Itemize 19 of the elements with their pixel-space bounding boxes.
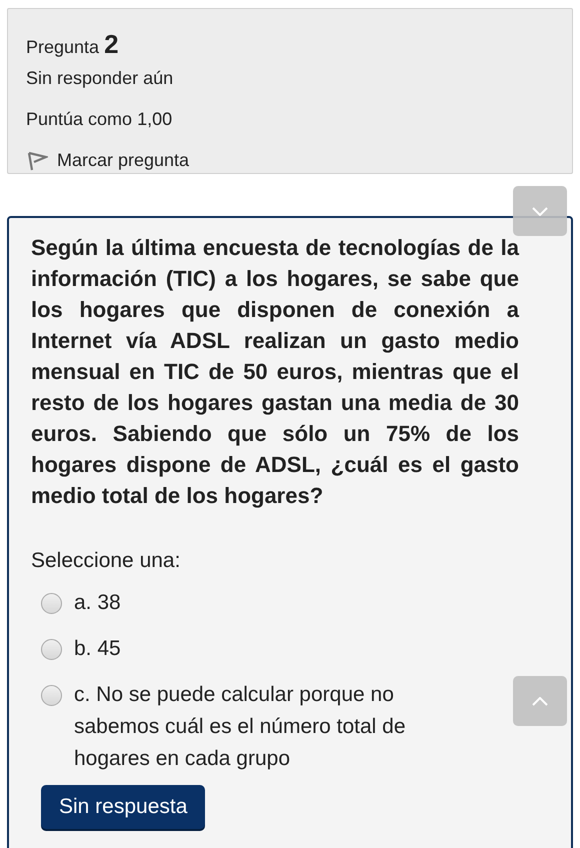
question-text: Según la última encuesta de tecnologías de la información (TIC) a los hogares, se sabe que los hogares que disponen de conexión a Internet vía ADSL realizan un gasto medio mensual en TIC de 50 euros, mientras que el resto de los hogares gastan una media de 30 euros. Sabiendo que sólo un 75% de los hogares dispone de ADSL, ¿cuál es el gasto medio total de los hogares?	[31, 234, 519, 510]
question-grade: Puntúa como 1,00	[26, 108, 172, 131]
radio-button[interactable]	[41, 592, 62, 614]
option-label[interactable]: a. 38	[74, 586, 121, 618]
radio-button[interactable]	[41, 638, 62, 660]
no-answer-button[interactable]: Sin respuesta	[41, 784, 206, 828]
radio-button[interactable]	[41, 684, 62, 706]
question-number: 2	[104, 28, 119, 61]
question-status: Sin responder aún	[26, 67, 174, 90]
chevron-down-icon	[532, 206, 548, 216]
flag-question-link[interactable]: Marcar pregunta	[26, 147, 190, 174]
chevron-up-icon	[532, 696, 548, 706]
option-label[interactable]: c. No se puede calcular porque no sabemos cuál es el número total de hogares en cada grupo	[74, 678, 474, 774]
answer-prompt: Seleccione una:	[31, 548, 180, 574]
scroll-up-button[interactable]	[513, 676, 567, 726]
flag-icon	[26, 150, 48, 170]
scroll-down-button[interactable]	[513, 186, 567, 236]
question-label: Pregunta	[26, 36, 100, 59]
option-label[interactable]: b. 45	[74, 632, 121, 664]
